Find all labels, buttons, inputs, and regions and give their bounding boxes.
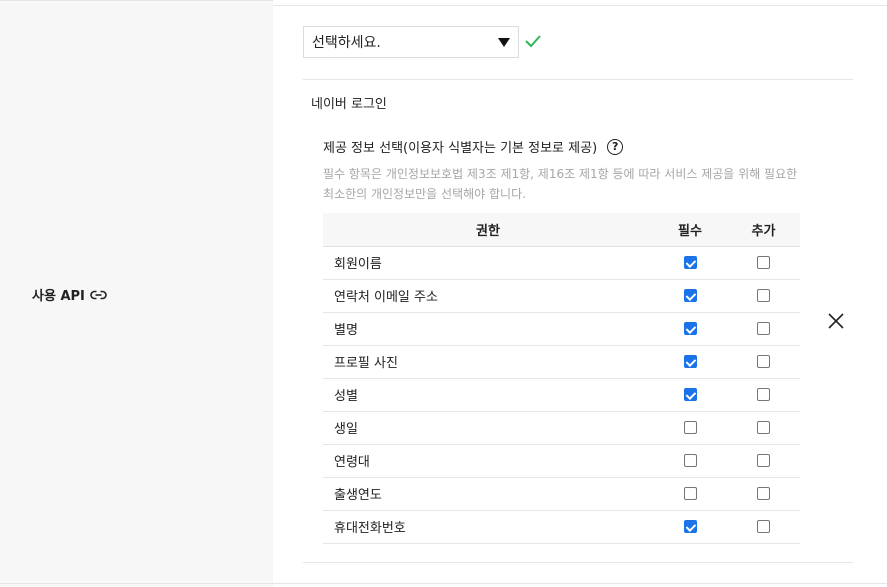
table-header-row: 권한 필수 추가 (323, 213, 800, 247)
permission-table: 권한 필수 추가 회원이름 연락처 이메일 주소 별명 프로필 사진 성별 생일 연령대 출생… (323, 213, 800, 544)
permission-name: 성별 (323, 378, 653, 412)
permission-name: 출생연도 (323, 477, 653, 511)
permission-name: 별명 (323, 312, 653, 346)
info-title: 제공 정보 선택(이용자 식별자는 기본 정보로 제공) (323, 141, 598, 156)
permission-name: 회원이름 (323, 246, 653, 280)
additional-cell (727, 444, 800, 478)
help-icon[interactable]: ? (607, 138, 624, 155)
additional-checkbox[interactable] (757, 487, 770, 500)
table-row: 연령대 (323, 444, 800, 478)
required-checkbox[interactable] (683, 355, 697, 368)
additional-checkbox[interactable] (757, 388, 770, 401)
required-cell (653, 345, 727, 379)
section-divider-bottom (303, 562, 853, 563)
table-row: 생일 (323, 411, 800, 445)
permission-name: 연령대 (323, 444, 653, 478)
additional-cell (727, 312, 800, 346)
table-row: 프로필 사진 (323, 345, 800, 379)
api-label-text: 사용 API (32, 289, 85, 304)
link-icon[interactable] (90, 289, 107, 301)
additional-checkbox[interactable] (757, 322, 770, 335)
table-row: 출생연도 (323, 477, 800, 511)
required-cell (653, 378, 727, 412)
top-border (273, 0, 887, 6)
additional-checkbox[interactable] (757, 454, 770, 467)
required-cell (653, 312, 727, 346)
additional-cell (727, 477, 800, 511)
required-checkbox[interactable] (683, 256, 697, 269)
additional-cell (727, 246, 800, 280)
required-cell (653, 279, 727, 313)
bottom-border (0, 583, 887, 584)
table-row: 성별 (323, 378, 800, 412)
required-checkbox[interactable] (683, 487, 697, 500)
required-cell (653, 411, 727, 445)
permission-name: 연락처 이메일 주소 (323, 279, 653, 313)
required-cell (653, 444, 727, 478)
close-icon[interactable] (826, 311, 846, 331)
app-select-dropdown[interactable]: 선택하세요. (303, 26, 519, 58)
header-permission: 권한 (323, 213, 653, 247)
additional-checkbox[interactable] (757, 421, 770, 434)
info-description: 필수 항목은 개인정보보호법 제3조 제1항, 제16조 제1항 등에 따라 서… (323, 167, 798, 201)
additional-cell (727, 411, 800, 445)
permission-table-body: 회원이름 연락처 이메일 주소 별명 프로필 사진 성별 생일 연령대 출생연도 휴대전화번호 (323, 246, 800, 544)
header-additional: 추가 (727, 213, 800, 247)
required-cell (653, 246, 727, 280)
additional-cell (727, 378, 800, 412)
checkmark-icon (525, 35, 541, 48)
additional-checkbox[interactable] (757, 520, 770, 533)
table-row: 연락처 이메일 주소 (323, 279, 800, 313)
additional-cell (727, 279, 800, 313)
provider-title: 네이버 로그인 (311, 97, 387, 112)
permission-name: 생일 (323, 411, 653, 445)
table-row: 별명 (323, 312, 800, 346)
additional-cell (727, 510, 800, 544)
required-checkbox[interactable] (683, 421, 697, 434)
table-row: 휴대전화번호 (323, 510, 800, 544)
permission-name: 프로필 사진 (323, 345, 653, 379)
required-checkbox[interactable] (683, 322, 697, 335)
required-checkbox[interactable] (683, 520, 697, 533)
dropdown-arrow-icon (498, 38, 510, 47)
additional-checkbox[interactable] (757, 355, 770, 368)
header-required: 필수 (653, 213, 727, 247)
additional-checkbox[interactable] (757, 256, 770, 269)
required-checkbox[interactable] (683, 289, 697, 302)
required-checkbox[interactable] (683, 388, 697, 401)
permission-name: 휴대전화번호 (323, 510, 653, 544)
info-section-header: 제공 정보 선택(이용자 식별자는 기본 정보로 제공) ? (323, 137, 624, 156)
additional-checkbox[interactable] (757, 289, 770, 302)
additional-cell (727, 345, 800, 379)
select-value: 선택하세요. (312, 35, 381, 51)
required-cell (653, 477, 727, 511)
section-divider (303, 79, 853, 80)
table-row: 회원이름 (323, 246, 800, 280)
required-checkbox[interactable] (683, 454, 697, 467)
required-cell (653, 510, 727, 544)
api-label: 사용 API (32, 285, 107, 304)
